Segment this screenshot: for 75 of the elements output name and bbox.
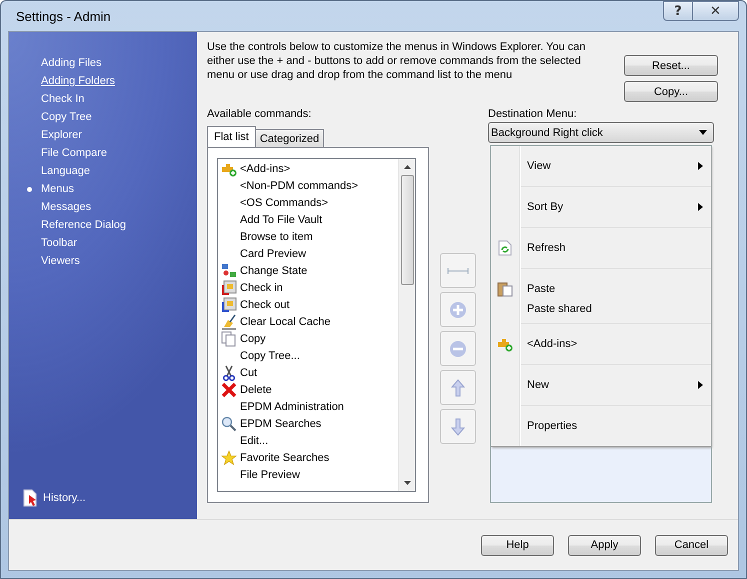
- scroll-down-icon: [404, 481, 410, 485]
- close-button[interactable]: ✕: [693, 1, 739, 21]
- command-item[interactable]: Favorite Searches: [218, 449, 398, 466]
- plus-icon: [449, 300, 467, 318]
- command-item[interactable]: Clear Local Cache: [218, 313, 398, 330]
- scroll-up-icon: [404, 165, 410, 169]
- sidebar-item[interactable]: Copy Tree: [41, 108, 92, 126]
- down-arrow-icon: [451, 418, 465, 436]
- menu-item[interactable]: Properties: [491, 410, 711, 442]
- command-item[interactable]: <Add-ins>: [218, 160, 398, 177]
- sidebar-item[interactable]: Reference Dialog: [41, 216, 126, 234]
- dialog-button[interactable]: Apply: [568, 534, 641, 556]
- document-cursor-icon: [21, 489, 39, 507]
- broom-icon: [221, 314, 237, 330]
- command-item[interactable]: Add To File Vault: [218, 211, 398, 228]
- command-item[interactable]: Delete: [218, 381, 398, 398]
- refresh-icon: [498, 240, 512, 256]
- command-item[interactable]: Copy: [218, 330, 398, 347]
- command-item[interactable]: Check in: [218, 279, 398, 296]
- check-in-icon: [221, 280, 237, 296]
- sidebar-item[interactable]: Language: [41, 162, 90, 180]
- menu-item[interactable]: New: [491, 369, 711, 401]
- check-out-icon: [221, 296, 237, 312]
- puzzle-plus-icon: [497, 336, 513, 352]
- scroll-thumb[interactable]: [400, 175, 414, 285]
- window-title: Settings - Admin: [15, 8, 111, 24]
- copy-button[interactable]: Copy...: [624, 81, 718, 102]
- command-item[interactable]: Cut: [218, 364, 398, 381]
- sidebar-item[interactable]: Menus: [41, 180, 74, 198]
- command-item[interactable]: <OS Commands>: [218, 194, 398, 211]
- sidebar-item[interactable]: Toolbar: [41, 234, 78, 252]
- command-item[interactable]: File Preview: [218, 466, 398, 483]
- dialog-button[interactable]: Help: [481, 534, 554, 556]
- menu-item[interactable]: Sort By: [491, 191, 711, 223]
- command-item[interactable]: EPDM Searches: [218, 415, 398, 432]
- sidebar-item[interactable]: Viewers: [41, 252, 80, 270]
- history-link[interactable]: History...: [43, 492, 86, 504]
- tab[interactable]: Categorized: [254, 129, 324, 147]
- command-item[interactable]: Change State: [218, 262, 398, 279]
- command-item[interactable]: EPDM Administration: [218, 398, 398, 415]
- search-icon: [221, 416, 237, 432]
- up-arrow-icon: [451, 378, 465, 396]
- sidebar-item[interactable]: Adding Folders: [41, 72, 115, 90]
- copy-icon: [221, 330, 237, 346]
- sidebar-item[interactable]: Messages: [41, 198, 92, 216]
- minus-icon: [449, 340, 467, 358]
- reset-button[interactable]: Reset...: [624, 55, 718, 76]
- star-icon: [221, 450, 237, 466]
- menu-item[interactable]: <Add-ins>: [491, 328, 711, 360]
- menu-item[interactable]: View: [491, 150, 711, 182]
- workflow-icon: [221, 262, 237, 278]
- command-item[interactable]: Browse to item: [218, 228, 398, 245]
- command-item[interactable]: Check out: [218, 296, 398, 313]
- scrollbar[interactable]: [398, 159, 415, 491]
- command-item[interactable]: Card Preview: [218, 245, 398, 262]
- help-button[interactable]: ?: [663, 1, 693, 21]
- dropdown-arrow-icon: [699, 130, 707, 135]
- cross-icon: [221, 382, 237, 398]
- tab[interactable]: Flat list: [207, 126, 256, 147]
- description-text: Use the controls below to customize the menus in Windows Explorer. You can either use the + and - buttons to add or remove commands from the selected menu or use drag and drop from the command list to the menu: [207, 40, 586, 83]
- destination-menu-dropdown[interactable]: Background Right click: [488, 122, 714, 143]
- available-commands-label: Available commands:: [207, 107, 312, 122]
- sidebar-item[interactable]: File Compare: [41, 144, 108, 162]
- command-item[interactable]: Copy Tree...: [218, 347, 398, 364]
- separator-icon: [447, 266, 469, 274]
- sidebar-item[interactable]: Explorer: [41, 126, 82, 144]
- destination-menu-label: Destination Menu:: [488, 107, 578, 122]
- command-item[interactable]: <Non-PDM commands>: [218, 177, 398, 194]
- sidebar-item[interactable]: Adding Files: [41, 54, 102, 72]
- clipboard-icon: [497, 281, 513, 297]
- command-item[interactable]: Edit...: [218, 432, 398, 449]
- scissors-icon: [221, 364, 237, 380]
- sidebar-item[interactable]: Check In: [41, 90, 84, 108]
- menu-item[interactable]: Refresh: [491, 232, 711, 264]
- dialog-button[interactable]: Cancel: [655, 534, 728, 556]
